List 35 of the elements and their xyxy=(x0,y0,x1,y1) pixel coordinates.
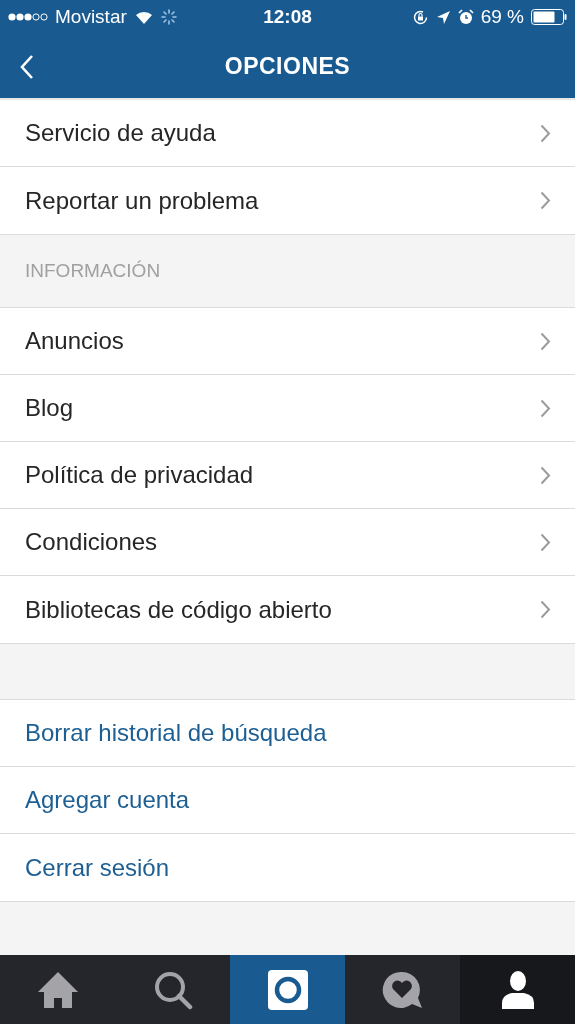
camera-tab[interactable] xyxy=(230,955,345,1024)
wifi-icon xyxy=(133,9,154,25)
chevron-icon xyxy=(540,331,551,351)
battery-percent: 69 % xyxy=(480,6,524,28)
menu-item[interactable]: Reportar un problema xyxy=(0,167,575,234)
carrier-name: Movistar xyxy=(55,6,127,28)
heart-bubble-icon xyxy=(381,969,424,1010)
chevron-icon xyxy=(540,465,551,485)
profile-tab[interactable] xyxy=(460,955,575,1024)
action-item[interactable]: Cerrar sesión xyxy=(0,834,575,901)
rotation-lock-icon xyxy=(411,8,429,26)
status-time: 12:08 xyxy=(263,6,312,28)
loading-icon xyxy=(160,9,177,25)
alarm-icon xyxy=(457,9,474,25)
chevron-icon xyxy=(540,600,551,619)
profile-icon xyxy=(499,970,536,1009)
chevron-icon xyxy=(540,123,551,143)
action-item[interactable]: Borrar historial de búsqueda xyxy=(0,700,575,767)
menu-item[interactable]: Política de privacidad xyxy=(0,442,575,509)
section-header: INFORMACIÓN xyxy=(25,260,161,282)
chevron-icon xyxy=(540,532,551,552)
chevron-icon xyxy=(540,398,551,418)
screen-title: OPCIONES xyxy=(224,52,351,80)
battery-icon xyxy=(531,9,567,25)
camera-icon xyxy=(266,968,309,1011)
action-item[interactable]: Agregar cuenta xyxy=(0,767,575,834)
menu-item[interactable]: Servicio de ayuda xyxy=(0,100,575,167)
menu-item[interactable]: Bibliotecas de código abierto xyxy=(0,576,575,643)
signal-icon xyxy=(8,12,48,22)
menu-item[interactable]: Blog xyxy=(0,375,575,442)
menu-item[interactable]: Anuncios xyxy=(0,308,575,375)
chevron-icon xyxy=(540,191,551,210)
menu-item[interactable]: Condiciones xyxy=(0,509,575,576)
location-icon xyxy=(435,9,451,25)
search-icon xyxy=(152,969,193,1010)
